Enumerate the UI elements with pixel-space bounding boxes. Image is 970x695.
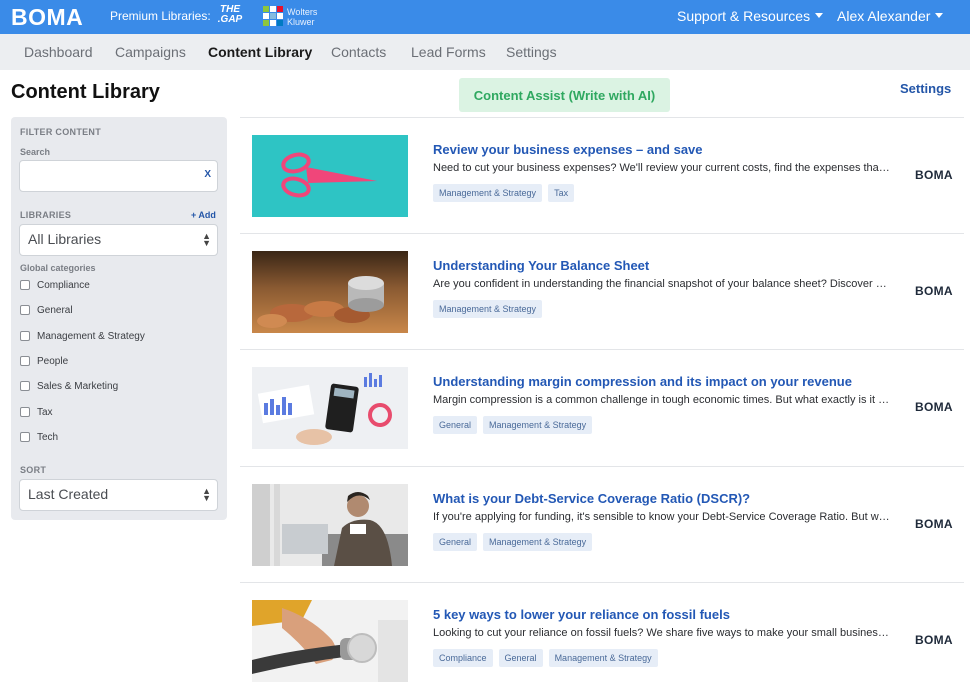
content-item[interactable]: 5 key ways to lower your reliance on fos… [240,582,964,695]
tab-lead-forms[interactable]: Lead Forms [411,44,486,60]
category-general[interactable]: General [20,303,73,317]
tag[interactable]: Management & Strategy [483,416,593,434]
search-label: Search [20,147,51,157]
tag[interactable]: Management & Strategy [433,184,543,202]
item-description: Need to cut your business expenses? We'l… [433,162,891,174]
checkbox[interactable] [20,407,30,417]
calculator-image[interactable] [252,367,408,449]
tab-dashboard[interactable]: Dashboard [24,44,93,60]
fuel-pump-image[interactable] [252,600,408,682]
filter-panel: FILTER CONTENT Search X LIBRARIES + Add … [11,117,227,520]
tag[interactable]: General [498,649,543,667]
checkbox[interactable] [20,331,30,341]
support-resources-menu[interactable]: Support & Resources [677,8,824,24]
item-tags: Management & Strategy [433,300,543,318]
checkbox[interactable] [20,381,30,391]
page-title: Content Library [11,81,160,103]
tab-settings[interactable]: Settings [506,44,557,60]
top-bar: BOMA Premium Libraries: THE .GAP Wolters … [0,0,970,34]
libraries-label: LIBRARIES [20,210,72,220]
chevron-down-icon [815,13,824,18]
item-description: Margin compression is a common challenge… [433,394,891,406]
category-management-strategy[interactable]: Management & Strategy [20,329,145,343]
item-title-link[interactable]: Understanding Your Balance Sheet [433,258,649,273]
item-description: Are you confident in understanding the f… [433,278,891,290]
tag[interactable]: Management & Strategy [548,649,658,667]
item-title-link[interactable]: Review your business expenses – and save [433,142,703,157]
item-source-logo: BOMA [915,284,953,298]
tab-campaigns[interactable]: Campaigns [115,44,186,60]
premium-libraries-label: Premium Libraries: [110,9,211,23]
category-compliance[interactable]: Compliance [20,278,90,292]
tag[interactable]: Management & Strategy [483,533,593,551]
item-description: Looking to cut your reliance on fossil f… [433,627,891,639]
item-tags: Compliance General Management & Strategy [433,649,658,667]
businessman-image[interactable] [252,484,408,566]
user-menu[interactable]: Alex Alexander [837,8,944,24]
tag[interactable]: General [433,416,478,434]
categories-label: Global categories [20,263,96,273]
scissors-image[interactable] [252,135,408,217]
item-title-link[interactable]: Understanding margin compression and its… [433,374,852,389]
item-tags: General Management & Strategy [433,416,593,434]
chevron-down-icon [935,13,944,18]
tab-content-library[interactable]: Content Library [208,44,312,60]
tag[interactable]: General [433,533,478,551]
filter-heading: FILTER CONTENT [20,127,102,137]
tag[interactable]: Compliance [433,649,493,667]
add-library-link[interactable]: + Add [191,210,216,220]
wolters-kluwer-icon [263,6,283,26]
content-item[interactable]: Understanding margin compression and its… [240,349,964,465]
category-people[interactable]: People [20,354,68,368]
wolters-kluwer-logo-text[interactable]: Wolters Kluwer [287,7,317,27]
main-nav: Dashboard Campaigns Content Library Cont… [0,34,970,70]
item-tags: General Management & Strategy [433,533,593,551]
tab-contacts[interactable]: Contacts [331,44,386,60]
item-source-logo: BOMA [915,517,953,531]
content-item[interactable]: What is your Debt-Service Coverage Ratio… [240,466,964,582]
content-item[interactable]: Understanding Your Balance Sheet Are you… [240,233,964,349]
checkbox[interactable] [20,432,30,442]
checkbox[interactable] [20,280,30,290]
category-tech[interactable]: Tech [20,430,58,444]
tag[interactable]: Management & Strategy [433,300,543,318]
category-tax[interactable]: Tax [20,405,53,419]
coins-image[interactable] [252,251,408,333]
sort-label: SORT [20,465,47,475]
settings-link[interactable]: Settings [900,81,951,96]
sort-select[interactable]: Last Created ▲ ▼ [19,479,218,511]
content-assist-button[interactable]: Content Assist (Write with AI) [459,78,670,112]
search-input[interactable]: X [19,160,218,192]
item-tags: Management & Strategy Tax [433,184,575,202]
select-arrows-icon: ▲ ▼ [202,231,211,248]
select-arrows-icon: ▲ ▼ [202,486,211,503]
libraries-select[interactable]: All Libraries ▲ ▼ [19,224,218,256]
tag[interactable]: Tax [548,184,575,202]
brand-logo[interactable]: BOMA [11,4,83,31]
item-title-link[interactable]: What is your Debt-Service Coverage Ratio… [433,491,750,506]
the-gap-logo[interactable]: THE .GAP [214,5,246,25]
item-title-link[interactable]: 5 key ways to lower your reliance on fos… [433,607,730,622]
item-description: If you're applying for funding, it's sen… [433,511,891,523]
checkbox[interactable] [20,305,30,315]
item-source-logo: BOMA [915,633,953,647]
content-item[interactable]: Review your business expenses – and save… [240,117,964,233]
category-sales-marketing[interactable]: Sales & Marketing [20,379,118,393]
item-source-logo: BOMA [915,400,953,414]
item-source-logo: BOMA [915,168,953,182]
checkbox[interactable] [20,356,30,366]
clear-search-icon[interactable]: X [204,169,211,180]
